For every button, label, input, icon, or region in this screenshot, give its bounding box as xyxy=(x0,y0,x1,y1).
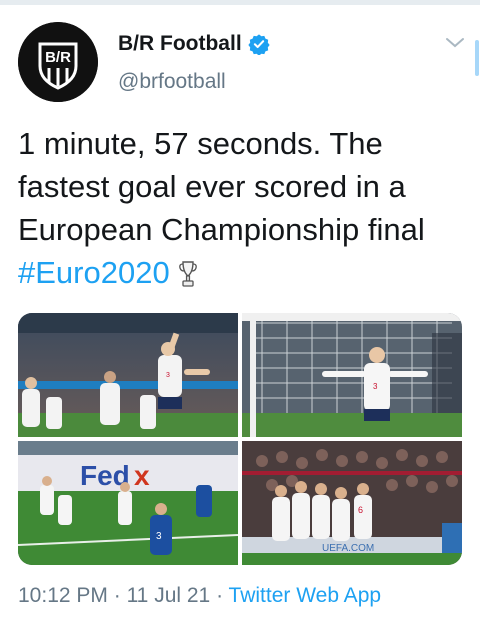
svg-text:B/R: B/R xyxy=(45,49,71,66)
tweet-time[interactable]: 10:12 PM xyxy=(18,584,108,607)
hashtag-link[interactable]: #Euro2020 xyxy=(18,255,170,290)
media-grid[interactable]: 3 3 Fed x 3 UEFA.COM 6 xyxy=(18,313,462,565)
svg-text:6: 6 xyxy=(358,505,363,515)
avatar[interactable]: B/R xyxy=(18,22,98,102)
display-name[interactable]: B/R Football xyxy=(118,32,242,56)
verified-badge-icon xyxy=(248,34,270,55)
tweet-body: 1 minute, 57 seconds. The fastest goal e… xyxy=(18,126,425,247)
svg-text:UEFA.COM: UEFA.COM xyxy=(322,543,374,554)
tweet-date[interactable]: 11 Jul 21 xyxy=(127,584,211,607)
tweet-meta: 10:12 PM · 11 Jul 21 · Twitter Web App xyxy=(18,584,381,608)
svg-text:3: 3 xyxy=(166,372,170,379)
tweet-text: 1 minute, 57 seconds. The fastest goal e… xyxy=(18,122,470,294)
tweet-photo-3[interactable]: Fed x 3 xyxy=(18,441,238,565)
tweet-photo-2[interactable]: 3 xyxy=(242,313,462,437)
chevron-down-icon[interactable] xyxy=(444,34,466,52)
tweet-source-link[interactable]: Twitter Web App xyxy=(229,584,382,607)
scrollbar[interactable] xyxy=(475,40,479,76)
meta-separator-2: · xyxy=(210,584,229,607)
svg-text:3: 3 xyxy=(373,382,378,391)
svg-text:3: 3 xyxy=(156,531,162,542)
tweet-photo-4[interactable]: UEFA.COM 6 xyxy=(242,441,462,565)
account-name-row[interactable]: B/R Football xyxy=(118,32,270,56)
svg-text:x: x xyxy=(134,460,150,491)
trophy-icon xyxy=(178,261,197,287)
top-divider xyxy=(0,0,480,5)
meta-separator: · xyxy=(107,584,127,607)
tweet-photo-1[interactable]: 3 xyxy=(18,313,238,437)
account-handle[interactable]: @brfootball xyxy=(118,70,226,94)
